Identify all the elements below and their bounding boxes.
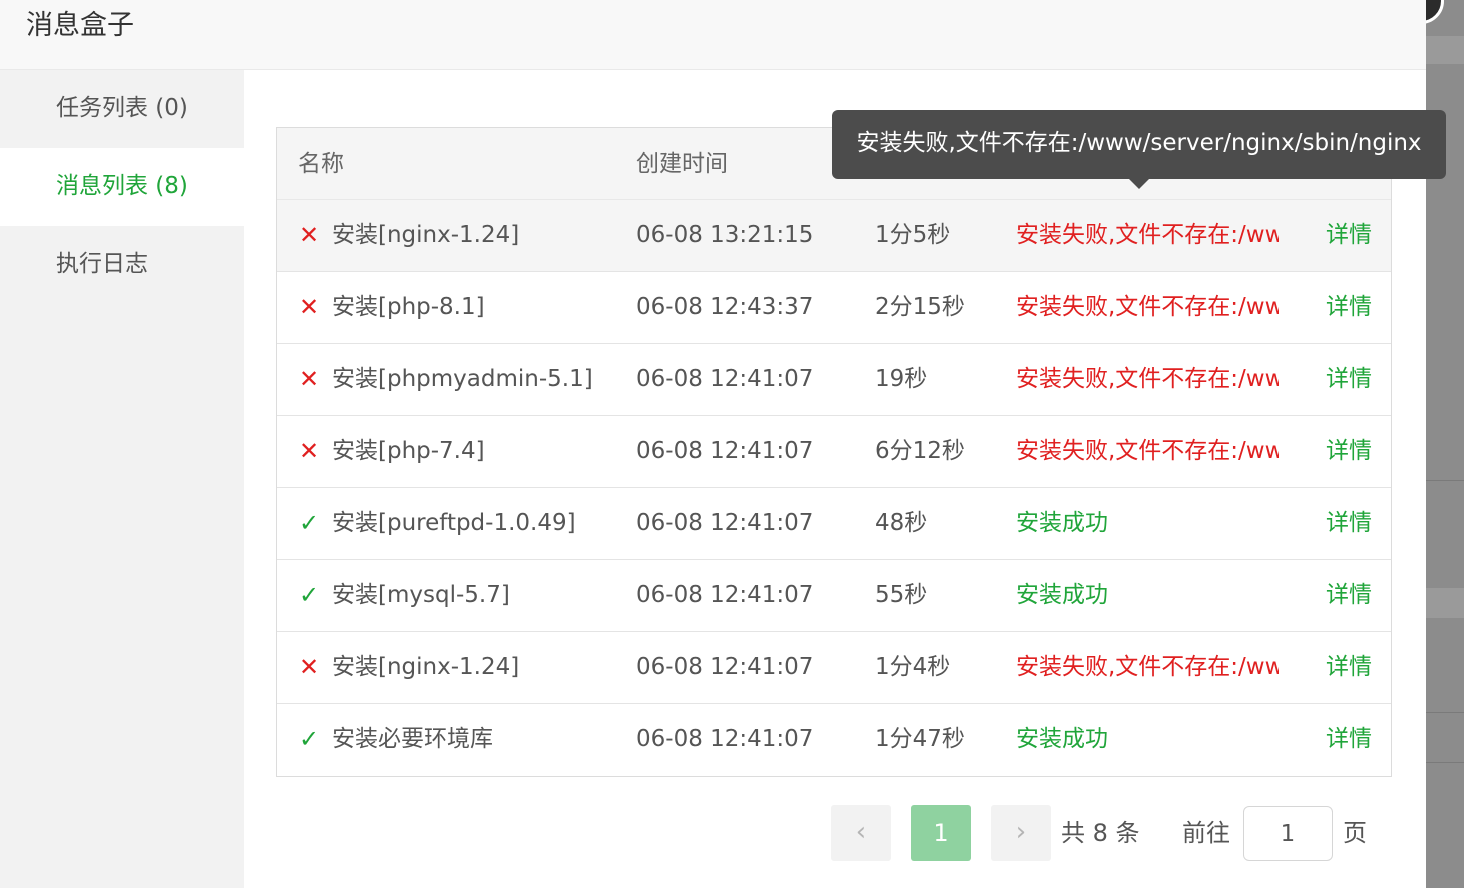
duration: 1分47秒: [875, 726, 965, 752]
goto-label: 前往: [1182, 819, 1230, 847]
result-text: 安装失败,文件不存在:/www/server/phpmyadmin: [1016, 366, 1279, 392]
message-table: 名称 创建时间 ✕ 安装[nginx-1.24] 06-08 13:21:15 1分5…: [276, 127, 1392, 777]
details-link[interactable]: 详情: [1326, 632, 1372, 702]
task-name: 安装必要环境库: [332, 726, 493, 752]
table-row: ✕ 安装[php-8.1] 06-08 12:43:37 2分15秒 安装失败,文件不存…: [277, 272, 1391, 344]
background-divider: [1426, 762, 1464, 763]
duration: 6分12秒: [875, 438, 965, 464]
next-page-button[interactable]: ›: [991, 805, 1051, 861]
details-link[interactable]: 详情: [1326, 416, 1372, 486]
created-time: 06-08 12:41:07: [636, 726, 814, 752]
duration: 1分4秒: [875, 654, 951, 680]
details-link[interactable]: 详情: [1326, 200, 1372, 270]
table-body: ✕ 安装[nginx-1.24] 06-08 13:21:15 1分5秒 安装失败,文件…: [277, 200, 1391, 776]
sidebar: 任务列表 (0) 消息列表 (8) 执行日志: [0, 70, 244, 888]
background-divider: [1426, 480, 1464, 481]
fail-x-icon: ✕: [299, 437, 320, 465]
tooltip-text: 安装失败,文件不存在:/www/server/nginx/sbin/nginx: [856, 130, 1422, 156]
result-text: 安装成功: [1016, 510, 1108, 536]
success-check-icon: ✓: [299, 509, 320, 537]
sidebar-item-message-list[interactable]: 消息列表 (8): [0, 148, 244, 226]
page-number-current[interactable]: 1: [911, 805, 971, 861]
page-unit-label: 页: [1343, 819, 1367, 847]
details-link[interactable]: 详情: [1326, 344, 1372, 414]
previous-page-button[interactable]: ‹: [831, 805, 891, 861]
result-text: 安装成功: [1016, 582, 1108, 608]
created-time: 06-08 12:41:07: [636, 582, 814, 608]
created-time: 06-08 12:41:07: [636, 510, 814, 536]
total-count: 共 8 条: [1061, 819, 1140, 847]
modal-header: 消息盒子: [0, 0, 1426, 70]
result-text: 安装失败,文件不存在:/www/server/php/81/bin/php: [1016, 294, 1279, 320]
fail-x-icon: ✕: [299, 221, 320, 249]
task-name: 安装[phpmyadmin-5.1]: [332, 366, 593, 392]
duration: 55秒: [875, 582, 928, 608]
task-name: 安装[nginx-1.24]: [332, 222, 520, 248]
result-text: 安装成功: [1016, 726, 1108, 752]
message-box-modal: 消息盒子 任务列表 (0) 消息列表 (8) 执行日志 名称 创建时间 ✕ 安装[…: [0, 0, 1446, 888]
sidebar-item-execution-log[interactable]: 执行日志: [0, 226, 244, 304]
table-row: ✕ 安装[nginx-1.24] 06-08 13:21:15 1分5秒 安装失败,文件…: [277, 200, 1391, 272]
created-time: 06-08 13:21:15: [636, 222, 814, 248]
details-link[interactable]: 详情: [1326, 704, 1372, 774]
result-text: 安装失败,文件不存在:/www/server/nginx/sbin/nginx: [1016, 222, 1279, 248]
duration: 48秒: [875, 510, 928, 536]
table-row: ✓ 安装[mysql-5.7] 06-08 12:41:07 55秒 安装成功 详情: [277, 560, 1391, 632]
result-text: 安装失败,文件不存在:/www/server/nginx/sbin/nginx: [1016, 654, 1279, 680]
result-tooltip: 安装失败,文件不存在:/www/server/nginx/sbin/nginx: [832, 110, 1446, 189]
goto-page-input[interactable]: [1243, 806, 1333, 861]
table-row: ✕ 安装[php-7.4] 06-08 12:41:07 6分12秒 安装失败,文件不存…: [277, 416, 1391, 488]
task-name: 安装[nginx-1.24]: [332, 654, 520, 680]
table-row: ✓ 安装必要环境库 06-08 12:41:07 1分47秒 安装成功 详情: [277, 704, 1391, 776]
task-name: 安装[php-8.1]: [332, 294, 485, 320]
details-link[interactable]: 详情: [1326, 488, 1372, 558]
task-name: 安装[mysql-5.7]: [332, 582, 510, 608]
table-row: ✓ 安装[pureftpd-1.0.49] 06-08 12:41:07 48秒 安装成…: [277, 488, 1391, 560]
duration: 1分5秒: [875, 222, 951, 248]
tooltip-arrow: [1128, 178, 1150, 189]
success-check-icon: ✓: [299, 581, 320, 609]
details-link[interactable]: 详情: [1326, 272, 1372, 342]
sidebar-item-task-list[interactable]: 任务列表 (0): [0, 70, 244, 148]
duration: 2分15秒: [875, 294, 965, 320]
fail-x-icon: ✕: [299, 293, 320, 321]
fail-x-icon: ✕: [299, 365, 320, 393]
created-time: 06-08 12:43:37: [636, 294, 814, 320]
details-link[interactable]: 详情: [1326, 560, 1372, 630]
task-name: 安装[php-7.4]: [332, 438, 485, 464]
created-time: 06-08 12:41:07: [636, 438, 814, 464]
background-band: [1426, 36, 1464, 64]
background-divider: [1426, 712, 1464, 713]
background-band: [1426, 588, 1464, 618]
success-check-icon: ✓: [299, 725, 320, 753]
created-time: 06-08 12:41:07: [636, 654, 814, 680]
fail-x-icon: ✕: [299, 653, 320, 681]
column-header-name: 名称: [298, 151, 344, 177]
column-header-created-time: 创建时间: [636, 151, 728, 177]
table-row: ✕ 安装[nginx-1.24] 06-08 12:41:07 1分4秒 安装失败,文件…: [277, 632, 1391, 704]
result-text: 安装失败,文件不存在:/www/server/php/74/bin/php: [1016, 438, 1279, 464]
duration: 19秒: [875, 366, 928, 392]
modal-title: 消息盒子: [26, 10, 134, 41]
created-time: 06-08 12:41:07: [636, 366, 814, 392]
table-row: ✕ 安装[phpmyadmin-5.1] 06-08 12:41:07 19秒 安装失败…: [277, 344, 1391, 416]
task-name: 安装[pureftpd-1.0.49]: [332, 510, 576, 536]
